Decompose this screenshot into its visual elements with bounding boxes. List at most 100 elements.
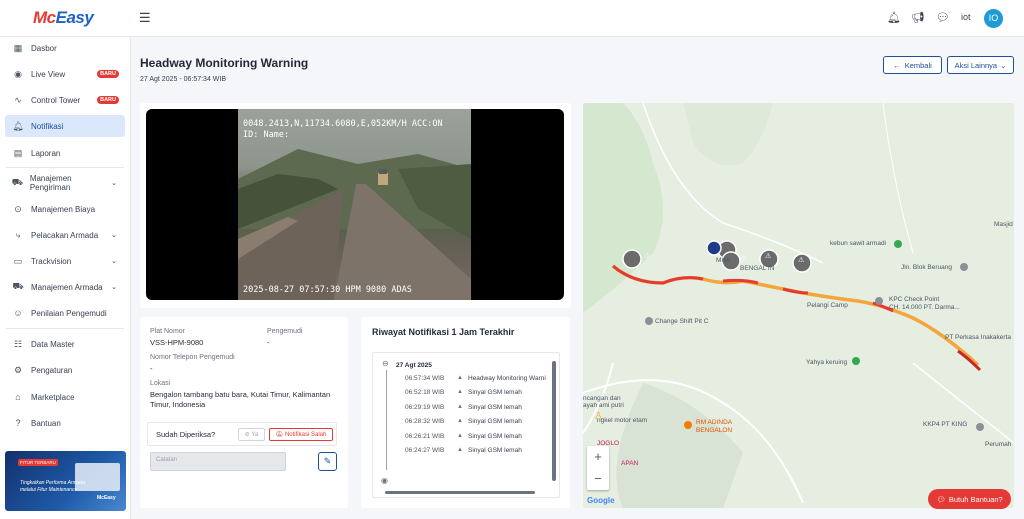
sidebar-item-marketplace[interactable]: ⌂ Marketplace [5,386,125,408]
chevron-down-icon: ⌄ [111,284,117,291]
warning-icon: ▲ [457,375,463,381]
menu-icon[interactable]: ☰ [139,10,151,26]
wrong-notification-button[interactable]: 🔕︎ Notifikasi Salah [269,428,333,441]
sidebar: ▦ Dasbor ◉ Live View BARU ∿ Control Tower BAR… [0,37,131,519]
sidebar-item-bantuan[interactable]: ? Bantuan [5,412,125,434]
mceasy-logo[interactable]: McEasy [33,8,94,28]
sidebar-item-control-tower[interactable]: ∿ Control Tower BARU [5,89,125,111]
bell-icon[interactable]: 🔔︎ [887,11,901,24]
driver-value: - [267,338,270,347]
warning-icon: ▲ [457,389,463,395]
location-value: Bengalon tambang batu bara, Kutai Timur,… [150,390,331,409]
warning-icon: ▲ [457,404,463,410]
edit-button[interactable]: ✎ [318,452,337,471]
osd-timestamp-text: 2025-08-27 07:57:30 HPM 9080 ADAS [243,285,412,295]
pulse-icon: ∿ [14,94,22,105]
sidebar-item-trackvision[interactable]: ▭ Trackvision ⌄ [5,250,125,272]
pegman-icon[interactable]: ♙ [594,411,603,422]
arrow-left-icon: ← [893,60,901,70]
timeline-end-icon: ◉ [381,476,388,485]
checked-section: Sudah Diperiksa? ⊘ Ya 🔕︎ Notifikasi Sala… [147,422,337,446]
truck-icon: ⛟ [11,177,24,187]
warning-icon[interactable]: ⚠ [740,254,746,262]
map-label: Masjid [994,221,1013,228]
map-label: BENGALON [696,427,733,434]
page-title: Headway Monitoring Warning [140,56,309,70]
map-label: ngkel motor etam [597,417,648,424]
phone-value: - [150,364,153,373]
map-label: CH. 14.000 PT. Darma... [889,304,960,311]
sidebar-item-pelacakan-armada[interactable]: ⤷ Pelacakan Armada ⌄ [5,224,125,246]
warning-icon[interactable]: ⚠ [798,256,804,264]
history-row[interactable]: 06:52:18 WIB ▲ Sinyal GSM lemah [373,389,553,402]
sidebar-item-manajemen-armada[interactable]: ⛟ Manajemen Armada ⌄ [5,276,125,298]
divider [6,328,124,329]
megaphone-icon[interactable]: 📢︎ [911,11,925,24]
chevron-down-icon: ⌄ [1000,60,1007,70]
sidebar-item-penilaian-pengemudi[interactable]: ☺ Penilaian Pengemudi [5,302,125,324]
sidebar-item-live-view[interactable]: ◉ Live View BARU [5,63,125,85]
promo-text: Tingkatkan Performa Armada melalui Fitur… [20,480,86,493]
promo-logo: McEasy [97,495,116,501]
history-row[interactable]: 06:26:21 WIB ▲ Sinyal GSM lemah [373,433,553,446]
new-badge: BARU [97,96,119,104]
sidebar-item-notifikasi[interactable]: 🔔︎ Notifikasi [5,115,125,137]
dashcam-video[interactable]: 0048.2413,N,11734.6080,E,052KM/H ACC:ON … [146,109,564,300]
note-textarea[interactable]: Catatan [150,452,286,471]
gear-icon: ⚙ [13,364,23,375]
sidebar-item-laporan[interactable]: ▤ Laporan [5,142,125,164]
history-row[interactable]: 06:29:19 WIB ▲ Sinyal GSM lemah [373,404,553,417]
warning-icon: ▲ [457,418,463,424]
map-label: Change Shift Pit C [655,318,709,325]
camera-icon: ▭ [13,255,23,266]
pencil-icon: ✎ [323,456,332,466]
page-timestamp: 27 Agt 2025 - 06:57:34 WIB [140,76,227,83]
history-row[interactable]: 06:57:34 WIB ▲ Headway Monitoring Warni [373,375,553,388]
yes-button[interactable]: ⊘ Ya [238,428,265,441]
map[interactable]: ⚠ ⚠ ⚠ ⚠ kebun sawit armadi Jln. Blok Ber… [583,103,1014,508]
chat-icon[interactable]: 💬︎ [936,11,950,24]
top-bar: McEasy ☰ 🔔︎ 📢︎ 💬︎ iot IO [0,0,1024,37]
map-label: Perumah [985,441,1012,448]
warning-icon: ▲ [457,447,463,453]
avatar[interactable]: IO [984,9,1003,28]
driver-label: Pengemudi [267,328,303,335]
database-icon: ☷ [13,338,23,349]
zoom-out-button[interactable]: − [587,468,609,490]
sidebar-item-manajemen-biaya[interactable]: ⊙ Manajemen Biaya [5,198,125,220]
warning-icon[interactable]: ⚠ [765,252,771,260]
osd-id-text: ID: Name: [243,130,290,140]
user-name[interactable]: iot [961,12,971,22]
map-label: Pelangi Camp [807,302,848,309]
arrow-circle-icon: ⊖ [382,359,389,368]
back-button[interactable]: ← Kembali [883,56,942,74]
help-button[interactable]: 💬︎ Butuh Bantuan? [928,489,1011,509]
video-card: 0048.2413,N,11734.6080,E,052KM/H ACC:ON … [140,103,571,308]
history-title: Riwayat Notifikasi 1 Jam Terakhir [372,327,515,337]
zoom-in-button[interactable]: + [587,446,609,468]
help-icon: ? [15,418,21,428]
vertical-scrollbar[interactable] [552,361,556,481]
promo-banner[interactable]: FITUR TERBARU Tingkatkan Performa Armada… [5,451,126,511]
horizontal-scrollbar[interactable] [385,491,535,494]
promo-tag: FITUR TERBARU [18,459,58,466]
broadcast-icon: ◉ [14,68,22,79]
checked-question: Sudah Diperiksa? [156,430,216,439]
phone-label: Nomor Telepon Pengemudi [150,354,235,361]
sidebar-item-dasbor[interactable]: ▦ Dasbor [5,37,125,59]
truck-icon: ⛟ [12,281,24,291]
divider [6,167,124,168]
bell-icon: 🔔︎ [12,120,24,131]
more-actions-button[interactable]: Aksi Lainnya ⌄ [947,56,1014,74]
history-row[interactable]: 06:24:27 WIB ▲ Sinyal GSM lemah [373,447,553,460]
sidebar-item-data-master[interactable]: ☷ Data Master [5,333,125,355]
history-list[interactable]: ⊖ 27 Agt 2025 06:57:34 WIB ▲ Headway Monito… [372,352,560,498]
map-label: MHA [716,257,731,264]
sidebar-item-manajemen-pengiriman[interactable]: ⛟ Manajemen Pengiriman ⌄ [5,172,125,194]
location-label: Lokasi [150,380,171,387]
history-row[interactable]: 06:28:32 WIB ▲ Sinyal GSM lemah [373,418,553,431]
sidebar-item-pengaturan[interactable]: ⚙ Pengaturan [5,359,125,381]
warning-icon: ▲ [457,433,463,439]
warning-icon[interactable]: ⚠ [644,252,650,260]
notification-history-card: Riwayat Notifikasi 1 Jam Terakhir ⊖ 27 A… [361,317,570,508]
